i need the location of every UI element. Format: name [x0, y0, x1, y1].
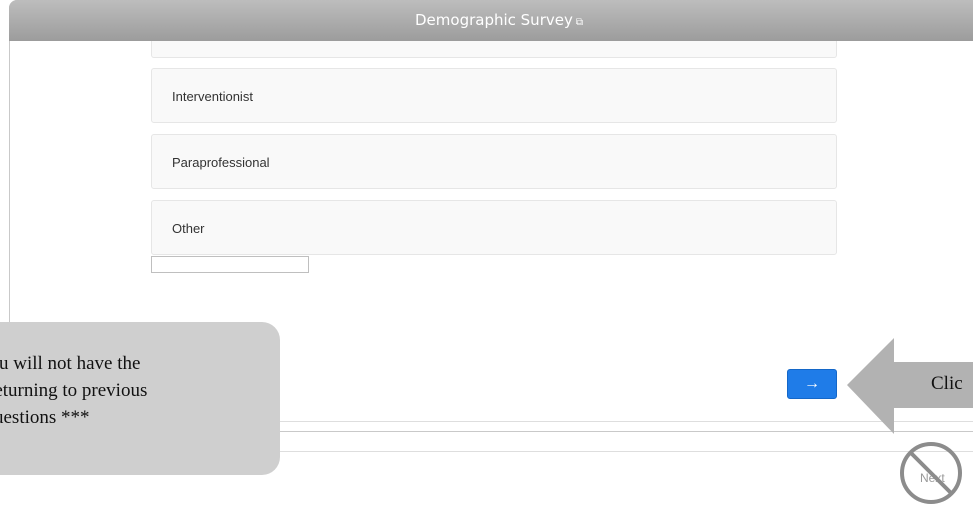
- option-other[interactable]: Other: [151, 200, 837, 255]
- callout-line: uestions ***: [0, 407, 90, 428]
- pointer-label: Clic: [931, 373, 963, 394]
- external-link-icon[interactable]: ⧉: [576, 17, 583, 28]
- title-bar: Demographic Survey ⧉: [9, 0, 973, 41]
- window-title: Demographic Survey: [415, 11, 573, 29]
- arrow-right-icon: →: [804, 375, 820, 392]
- next-arrow-button[interactable]: →: [787, 369, 837, 399]
- option-label: Other: [172, 221, 205, 236]
- option-label: Interventionist: [172, 89, 253, 104]
- callout-line: returning to previous: [0, 380, 148, 401]
- option-previous[interactable]: [151, 41, 837, 58]
- option-label: Paraprofessional: [172, 155, 270, 170]
- option-interventionist[interactable]: Interventionist: [151, 68, 837, 123]
- other-text-input[interactable]: [151, 256, 309, 273]
- divider: [280, 451, 973, 452]
- option-paraprofessional[interactable]: Paraprofessional: [151, 134, 837, 189]
- no-entry-icon: [900, 442, 962, 504]
- callout-line: u will not have the: [0, 353, 141, 374]
- warning-callout: u will not have the returning to previou…: [0, 322, 280, 475]
